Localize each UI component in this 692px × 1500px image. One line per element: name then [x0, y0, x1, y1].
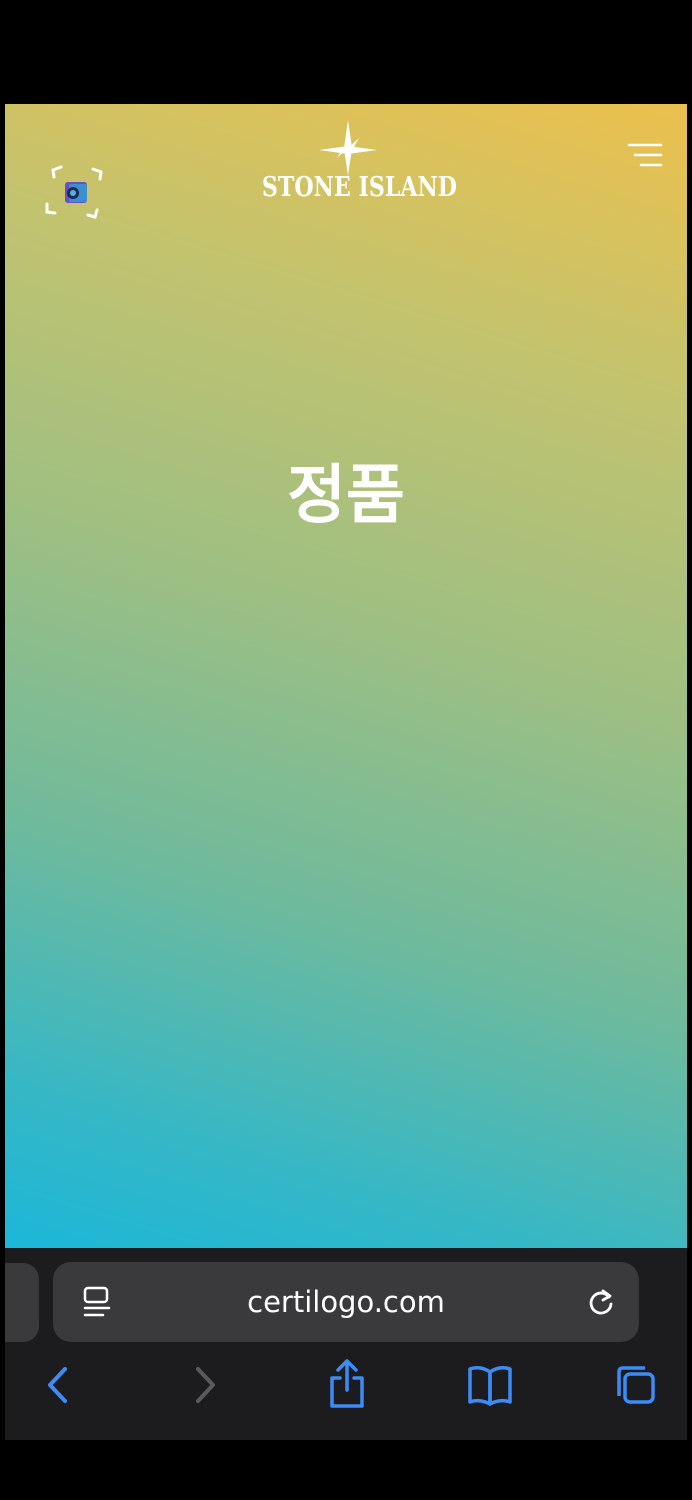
url-text: certilogo.com	[247, 1285, 445, 1319]
web-page: STONE ISLAND 정품	[5, 104, 687, 1248]
share-icon	[330, 1359, 364, 1408]
tabs-button[interactable]	[611, 1362, 661, 1412]
scan-button[interactable]	[43, 162, 107, 222]
chevron-right-icon	[196, 1367, 215, 1403]
reload-icon[interactable]	[583, 1284, 619, 1320]
browser-toolbar: certilogo.com	[5, 1248, 687, 1440]
authenticity-result: 정품	[287, 459, 405, 533]
bookmarks-button[interactable]	[465, 1362, 515, 1412]
brand-name: STONE ISLAND	[261, 172, 458, 203]
back-button[interactable]	[35, 1360, 85, 1410]
book-icon	[468, 1366, 512, 1406]
chevron-left-icon	[48, 1367, 67, 1403]
tabs-icon	[617, 1366, 655, 1404]
brand-logo[interactable]: STONE ISLAND	[243, 118, 458, 203]
hamburger-menu-icon	[627, 143, 663, 167]
menu-button[interactable]	[625, 142, 665, 168]
compass-star-icon	[319, 120, 377, 176]
share-button[interactable]	[322, 1356, 372, 1408]
previous-tab-preview[interactable]	[5, 1263, 39, 1342]
forward-button[interactable]	[181, 1360, 231, 1410]
scan-camera-icon	[45, 165, 103, 219]
address-bar[interactable]: certilogo.com	[53, 1262, 639, 1342]
